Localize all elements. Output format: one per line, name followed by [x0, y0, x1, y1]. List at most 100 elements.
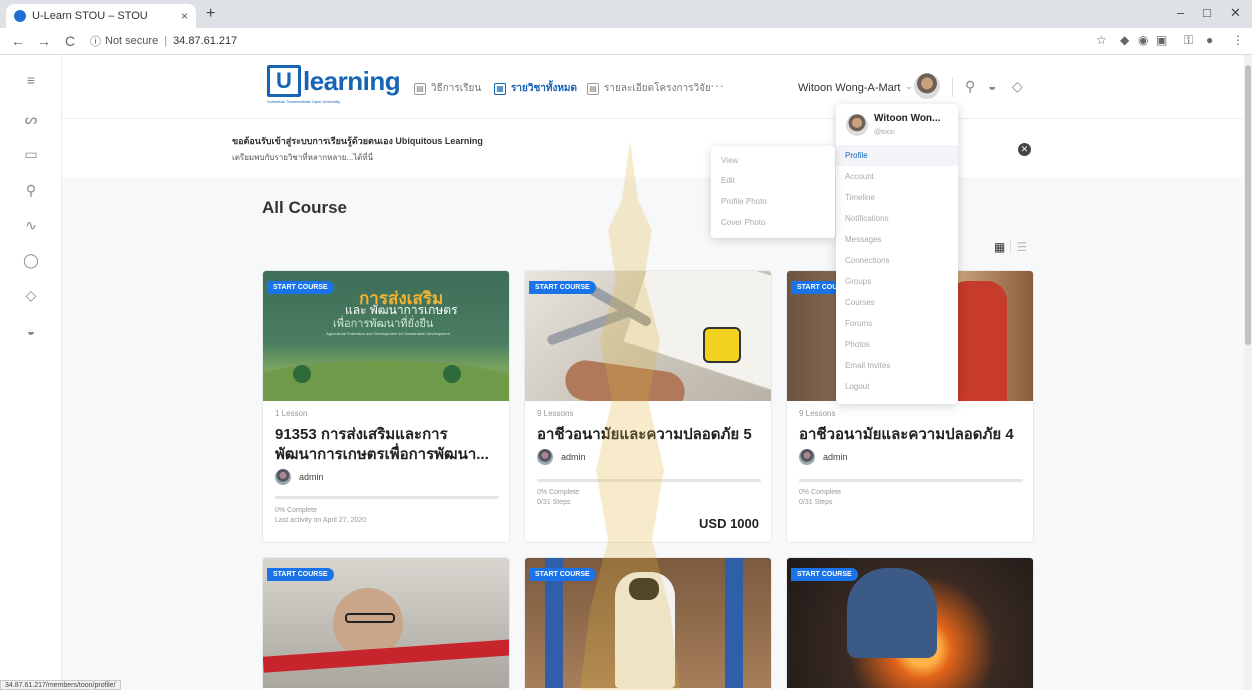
- info-icon[interactable]: ⓘ: [90, 33, 101, 49]
- site-logo[interactable]: U learning Sukhothai Thammathirat Open U…: [267, 65, 401, 104]
- site-header: U learning Sukhothai Thammathirat Open U…: [62, 55, 1244, 119]
- extension-icon[interactable]: ▣: [1156, 33, 1167, 47]
- welcome-heading: ขอต้อนรับเข้าสู่ระบบการเรียนรู้ด้วยตนเอง…: [232, 136, 483, 146]
- profile-icon[interactable]: ⚲: [22, 181, 40, 199]
- menu-item-account[interactable]: Account: [836, 166, 958, 187]
- scrollbar-thumb[interactable]: [1245, 65, 1251, 345]
- nav-label: รายละเอียดโครงการวิจัย: [604, 83, 711, 94]
- back-button[interactable]: ←: [10, 33, 26, 49]
- course-title[interactable]: 91353 การส่งเสริมและการพัฒนาการเกษตรเพื่…: [275, 425, 503, 465]
- window-maximize-button[interactable]: □: [1203, 5, 1211, 20]
- course-author[interactable]: admin: [275, 469, 324, 485]
- course-author[interactable]: admin: [799, 449, 848, 465]
- activity-icon[interactable]: ∿: [22, 216, 40, 234]
- submenu-item-profile-photo[interactable]: Profile Photo: [721, 197, 767, 206]
- inbox-icon[interactable]: ◒: [22, 322, 40, 340]
- menu-item-notifications[interactable]: Notifications: [836, 208, 958, 229]
- new-tab-button[interactable]: +: [206, 5, 215, 23]
- thumbnail-scenery: [725, 558, 743, 688]
- nav-all-courses[interactable]: ▦ รายวิชาทั้งหมด: [494, 81, 577, 96]
- menu-item-courses[interactable]: Courses: [836, 292, 958, 313]
- thumbnail-subtitle: Agricultural Extension and Development f…: [326, 331, 450, 336]
- groups-icon[interactable]: ᔕ: [22, 110, 40, 128]
- header-username[interactable]: Witoon Wong-A-Mart: [798, 82, 901, 94]
- document-icon: ▤: [587, 82, 599, 95]
- more-menu-icon[interactable]: ···: [710, 77, 724, 93]
- menu-item-logout[interactable]: Logout: [836, 376, 958, 397]
- menu-item-groups[interactable]: Groups: [836, 271, 958, 292]
- start-course-badge[interactable]: START COURSE: [529, 281, 596, 294]
- start-course-badge[interactable]: START COURSE: [529, 568, 596, 581]
- close-icon[interactable]: ✕: [1018, 143, 1031, 156]
- browser-menu-icon[interactable]: ⋮: [1232, 33, 1244, 47]
- notifications-icon[interactable]: ◇: [1012, 78, 1023, 95]
- author-name: admin: [299, 472, 324, 482]
- start-course-badge[interactable]: START COURSE: [791, 568, 858, 581]
- course-thumbnail[interactable]: START COURSE: [787, 558, 1033, 688]
- messages-icon[interactable]: ◯: [22, 251, 40, 269]
- header-divider: [952, 77, 953, 97]
- toggle-divider: [1010, 240, 1012, 254]
- search-icon[interactable]: ⚲: [965, 78, 975, 95]
- bookmark-star-icon[interactable]: ☆: [1096, 33, 1107, 47]
- list-view-icon[interactable]: ☰: [1016, 240, 1027, 254]
- completion-text: 0% Complete: [537, 489, 580, 496]
- nav-how-to-learn[interactable]: ▤ วิธีการเรียน: [414, 81, 481, 96]
- menu-item-forums[interactable]: Forums: [836, 313, 958, 334]
- course-title[interactable]: อาชีวอนามัยและความปลอดภัย 5: [537, 425, 765, 445]
- url-field[interactable]: ⓘ Not secure | 34.87.61.217: [90, 33, 237, 49]
- dropdown-user-header[interactable]: Witoon Won... @toon: [836, 104, 958, 144]
- nav-research-project[interactable]: ▤ รายละเอียดโครงการวิจัย: [587, 81, 711, 96]
- window-minimize-button[interactable]: –: [1177, 5, 1184, 20]
- submenu-item-cover-photo[interactable]: Cover Photo: [721, 218, 765, 227]
- course-author[interactable]: admin: [537, 449, 586, 465]
- menu-item-connections[interactable]: Connections: [836, 250, 958, 271]
- browser-tab[interactable]: U-Learn STOU – STOU ×: [6, 4, 196, 28]
- lesson-count: 1 Lesson: [275, 409, 308, 418]
- start-course-badge[interactable]: START COURSE: [267, 281, 334, 294]
- course-card[interactable]: START COURSE การส่งเสริม และ พัฒนาการเกษ…: [262, 270, 510, 543]
- profile-account-icon[interactable]: ●: [1206, 33, 1213, 47]
- course-thumbnail[interactable]: START COURSE: [525, 271, 771, 401]
- submenu-item-view[interactable]: View: [721, 156, 738, 165]
- course-title[interactable]: อาชีวอนามัยและความปลอดภัย 4: [799, 425, 1027, 445]
- forward-button[interactable]: →: [36, 33, 52, 49]
- progress-bar: [799, 479, 1023, 482]
- menu-toggle-icon[interactable]: ≡: [22, 71, 40, 89]
- page-scrollbar[interactable]: [1244, 55, 1252, 690]
- menu-item-email-invites[interactable]: Email Invites: [836, 355, 958, 376]
- submenu-item-edit[interactable]: Edit: [721, 176, 735, 185]
- logo-mark: U: [267, 65, 301, 97]
- course-thumbnail[interactable]: START COURSE: [263, 558, 509, 688]
- thumbnail-scenery: [562, 357, 688, 401]
- window-close-button[interactable]: ✕: [1230, 5, 1241, 21]
- course-card[interactable]: START COURSE: [262, 557, 510, 690]
- course-thumbnail[interactable]: START COURSE: [525, 558, 771, 688]
- course-card[interactable]: START COURSE: [786, 557, 1034, 690]
- grid-icon: ▦: [494, 82, 506, 95]
- header-avatar[interactable]: [914, 73, 940, 99]
- menu-item-messages[interactable]: Messages: [836, 229, 958, 250]
- start-course-badge[interactable]: START COURSE: [267, 568, 334, 581]
- browser-tab-bar: U-Learn STOU – STOU × + – □ ✕: [0, 0, 1252, 28]
- key-icon[interactable]: ⚿: [1184, 33, 1193, 48]
- course-card[interactable]: START COURSE: [524, 557, 772, 690]
- security-label: Not secure: [105, 35, 159, 47]
- menu-item-timeline[interactable]: Timeline: [836, 187, 958, 208]
- page-title: All Course: [262, 198, 348, 217]
- chevron-down-icon[interactable]: ⌄: [905, 81, 913, 92]
- dropdown-avatar: [846, 114, 868, 136]
- course-thumbnail[interactable]: START COURSE การส่งเสริม และ พัฒนาการเกษ…: [263, 271, 509, 401]
- courses-icon[interactable]: ▭: [22, 145, 40, 163]
- inbox-icon[interactable]: ◒: [988, 78, 996, 94]
- menu-item-photos[interactable]: Photos: [836, 334, 958, 355]
- extension-icon[interactable]: ◆: [1120, 33, 1129, 47]
- course-card[interactable]: START COURSE 9 Lessons อาชีวอนามัยและควา…: [524, 270, 772, 543]
- thumbnail-scenery: [345, 613, 395, 623]
- tab-close-icon[interactable]: ×: [181, 9, 188, 23]
- menu-item-profile[interactable]: Profile: [836, 145, 958, 166]
- reload-button[interactable]: C: [62, 33, 78, 49]
- notifications-icon[interactable]: ◇: [22, 286, 40, 304]
- extension-icon[interactable]: ◉: [1138, 33, 1148, 47]
- grid-view-icon[interactable]: ▦: [994, 240, 1005, 254]
